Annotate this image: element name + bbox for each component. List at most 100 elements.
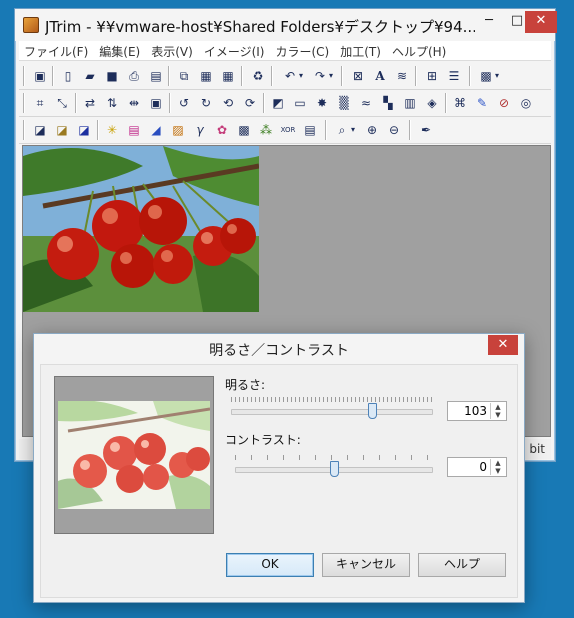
rotate-icon[interactable]: ⟳	[241, 94, 259, 112]
close-button[interactable]: ✕	[525, 11, 557, 33]
contrast-slider-thumb[interactable]	[330, 461, 339, 477]
toolbar-separator	[75, 93, 76, 113]
ok-button[interactable]: OK	[226, 553, 314, 577]
gamma-icon[interactable]: γ	[191, 121, 209, 139]
color-balance-icon[interactable]: ◢	[147, 121, 165, 139]
spin-up-icon[interactable]: ▲	[491, 459, 505, 467]
save-icon[interactable]: ■	[103, 67, 121, 85]
toolbar-separator	[169, 93, 170, 113]
rotate-free-icon[interactable]: ⟲	[219, 94, 237, 112]
toolbar-separator	[97, 120, 98, 140]
dialog-close-button[interactable]: ✕	[488, 335, 518, 355]
emboss-icon[interactable]: ◈	[423, 94, 441, 112]
noise-icon[interactable]: ▒	[335, 94, 353, 112]
recycle-icon[interactable]: ♻	[249, 67, 267, 85]
toolbar-grip	[23, 120, 24, 140]
print-preview-icon[interactable]: ▤	[147, 67, 165, 85]
color-wheel-icon[interactable]: ✿	[213, 121, 231, 139]
new-window-icon[interactable]: ▣	[31, 67, 49, 85]
copy-icon[interactable]: ⧉	[175, 67, 193, 85]
brick-icon[interactable]: ▥	[401, 94, 419, 112]
slider-ticks	[231, 397, 433, 402]
menu-view[interactable]: 表示(V)	[146, 41, 199, 60]
wave-lines-icon[interactable]: ≋	[393, 67, 411, 85]
cancel-button[interactable]: キャンセル	[322, 553, 410, 577]
spin-up-icon[interactable]: ▲	[491, 403, 505, 411]
mosaic-dropdown-icon[interactable]: ▾	[493, 67, 501, 85]
brightness-slider-thumb[interactable]	[368, 403, 378, 419]
brightness-value: 103	[464, 404, 487, 418]
zoom-in-icon[interactable]: ⊕	[363, 121, 381, 139]
brightness-spinbox[interactable]: 103 ▲ ▼	[447, 401, 507, 421]
resize-icon[interactable]: ⤡	[53, 94, 71, 112]
contrast-spinbox[interactable]: 0 ▲ ▼	[447, 457, 507, 477]
shadow-icon[interactable]: ◩	[269, 94, 287, 112]
eyedropper-icon[interactable]: ✒	[417, 121, 435, 139]
menu-help[interactable]: ヘルプ(H)	[387, 41, 452, 60]
toolbar-separator	[52, 66, 53, 86]
menu-bar: ファイル(F) 編集(E) 表示(V) イメージ(I) カラー(C) 加工(T) ヘルプ(H…	[19, 41, 551, 61]
brightness-slider[interactable]	[231, 397, 433, 423]
zoom-out-icon[interactable]: ⊖	[385, 121, 403, 139]
toolbar-separator	[341, 66, 342, 86]
frame-icon[interactable]: ▣	[147, 94, 165, 112]
mirror-icon[interactable]: ⇹	[125, 94, 143, 112]
paste-icon[interactable]: ▦	[197, 67, 215, 85]
toolbar-separator	[263, 93, 264, 113]
checker-icon[interactable]: ▩	[235, 121, 253, 139]
print-icon[interactable]: ⎙	[125, 67, 143, 85]
flip-horizontal-icon[interactable]: ⇄	[81, 94, 99, 112]
new-file-icon[interactable]: ▯	[59, 67, 77, 85]
contrast-slider[interactable]	[235, 455, 433, 481]
preview-image	[58, 401, 210, 509]
zoom-dropdown-icon[interactable]: ▾	[349, 121, 357, 139]
xor-icon[interactable]: XOR	[279, 121, 297, 139]
toolbar-separator	[409, 120, 410, 140]
no-edit-icon[interactable]: ⊘	[495, 94, 513, 112]
dialog-body: 明るさ: 103 ▲ ▼ コントラスト: 0 ▲ ▼ OK キャンセル ヘルプ	[40, 364, 518, 598]
blocks-icon[interactable]: ▚	[379, 94, 397, 112]
preview-panel	[54, 376, 214, 534]
pen-icon[interactable]: ✎	[473, 94, 491, 112]
redo-dropdown-icon[interactable]: ▾	[327, 67, 335, 85]
spin-down-icon[interactable]: ▼	[491, 467, 505, 475]
slider-ticks	[235, 455, 433, 460]
menu-process[interactable]: 加工(T)	[335, 41, 387, 60]
contrast-spin-arrows[interactable]: ▲ ▼	[490, 459, 505, 475]
menu-color[interactable]: カラー(C)	[270, 41, 335, 60]
gradient-gold-icon[interactable]: ◪	[53, 121, 71, 139]
brightness-contrast-dialog: 明るさ／コントラスト ✕ 明るさ: 103 ▲ ▼ コントラスト: 0 ▲ ▼ …	[33, 333, 525, 603]
flip-vertical-icon[interactable]: ⇅	[103, 94, 121, 112]
rainbow-icon[interactable]: ▤	[125, 121, 143, 139]
help-button[interactable]: ヘルプ	[418, 553, 506, 577]
rotate-right-90-icon[interactable]: ↻	[197, 94, 215, 112]
rgb-icon[interactable]: ⁂	[257, 121, 275, 139]
gradient-bar-icon[interactable]: ▤	[301, 121, 319, 139]
sparkle-icon[interactable]: ✳	[103, 121, 121, 139]
open-folder-icon[interactable]: ▰	[81, 67, 99, 85]
toolbar-separator	[271, 66, 272, 86]
undo-dropdown-icon[interactable]: ▾	[297, 67, 305, 85]
grid-view-icon[interactable]: ⊞	[423, 67, 441, 85]
picture-icon[interactable]: ▨	[169, 121, 187, 139]
spin-down-icon[interactable]: ▼	[491, 411, 505, 419]
gradient-gray-icon[interactable]: ◪	[31, 121, 49, 139]
brightness-spin-arrows[interactable]: ▲ ▼	[490, 403, 505, 419]
box-icon[interactable]: ▭	[291, 94, 309, 112]
spiral-icon[interactable]: ◎	[517, 94, 535, 112]
gradient-blue-icon[interactable]: ◪	[75, 121, 93, 139]
burst-icon[interactable]: ✸	[313, 94, 331, 112]
fit-window-icon[interactable]: ⊠	[349, 67, 367, 85]
text-icon[interactable]: A	[371, 67, 389, 85]
wave-effect-icon[interactable]: ≈	[357, 94, 375, 112]
paste-new-icon[interactable]: ▦	[219, 67, 237, 85]
menu-edit[interactable]: 編集(E)	[94, 41, 146, 60]
menu-image[interactable]: イメージ(I)	[199, 41, 271, 60]
minimize-button[interactable]: ─	[475, 11, 503, 33]
filmstrip-icon[interactable]: ☰	[445, 67, 463, 85]
grid-effect-icon[interactable]: ⌘	[451, 94, 469, 112]
crop-icon[interactable]: ⌗	[31, 94, 49, 112]
menu-file[interactable]: ファイル(F)	[19, 41, 94, 60]
rotate-left-90-icon[interactable]: ↺	[175, 94, 193, 112]
title-bar[interactable]: JTrim - ¥¥vmware-host¥Shared Folders¥デスク…	[15, 9, 557, 41]
